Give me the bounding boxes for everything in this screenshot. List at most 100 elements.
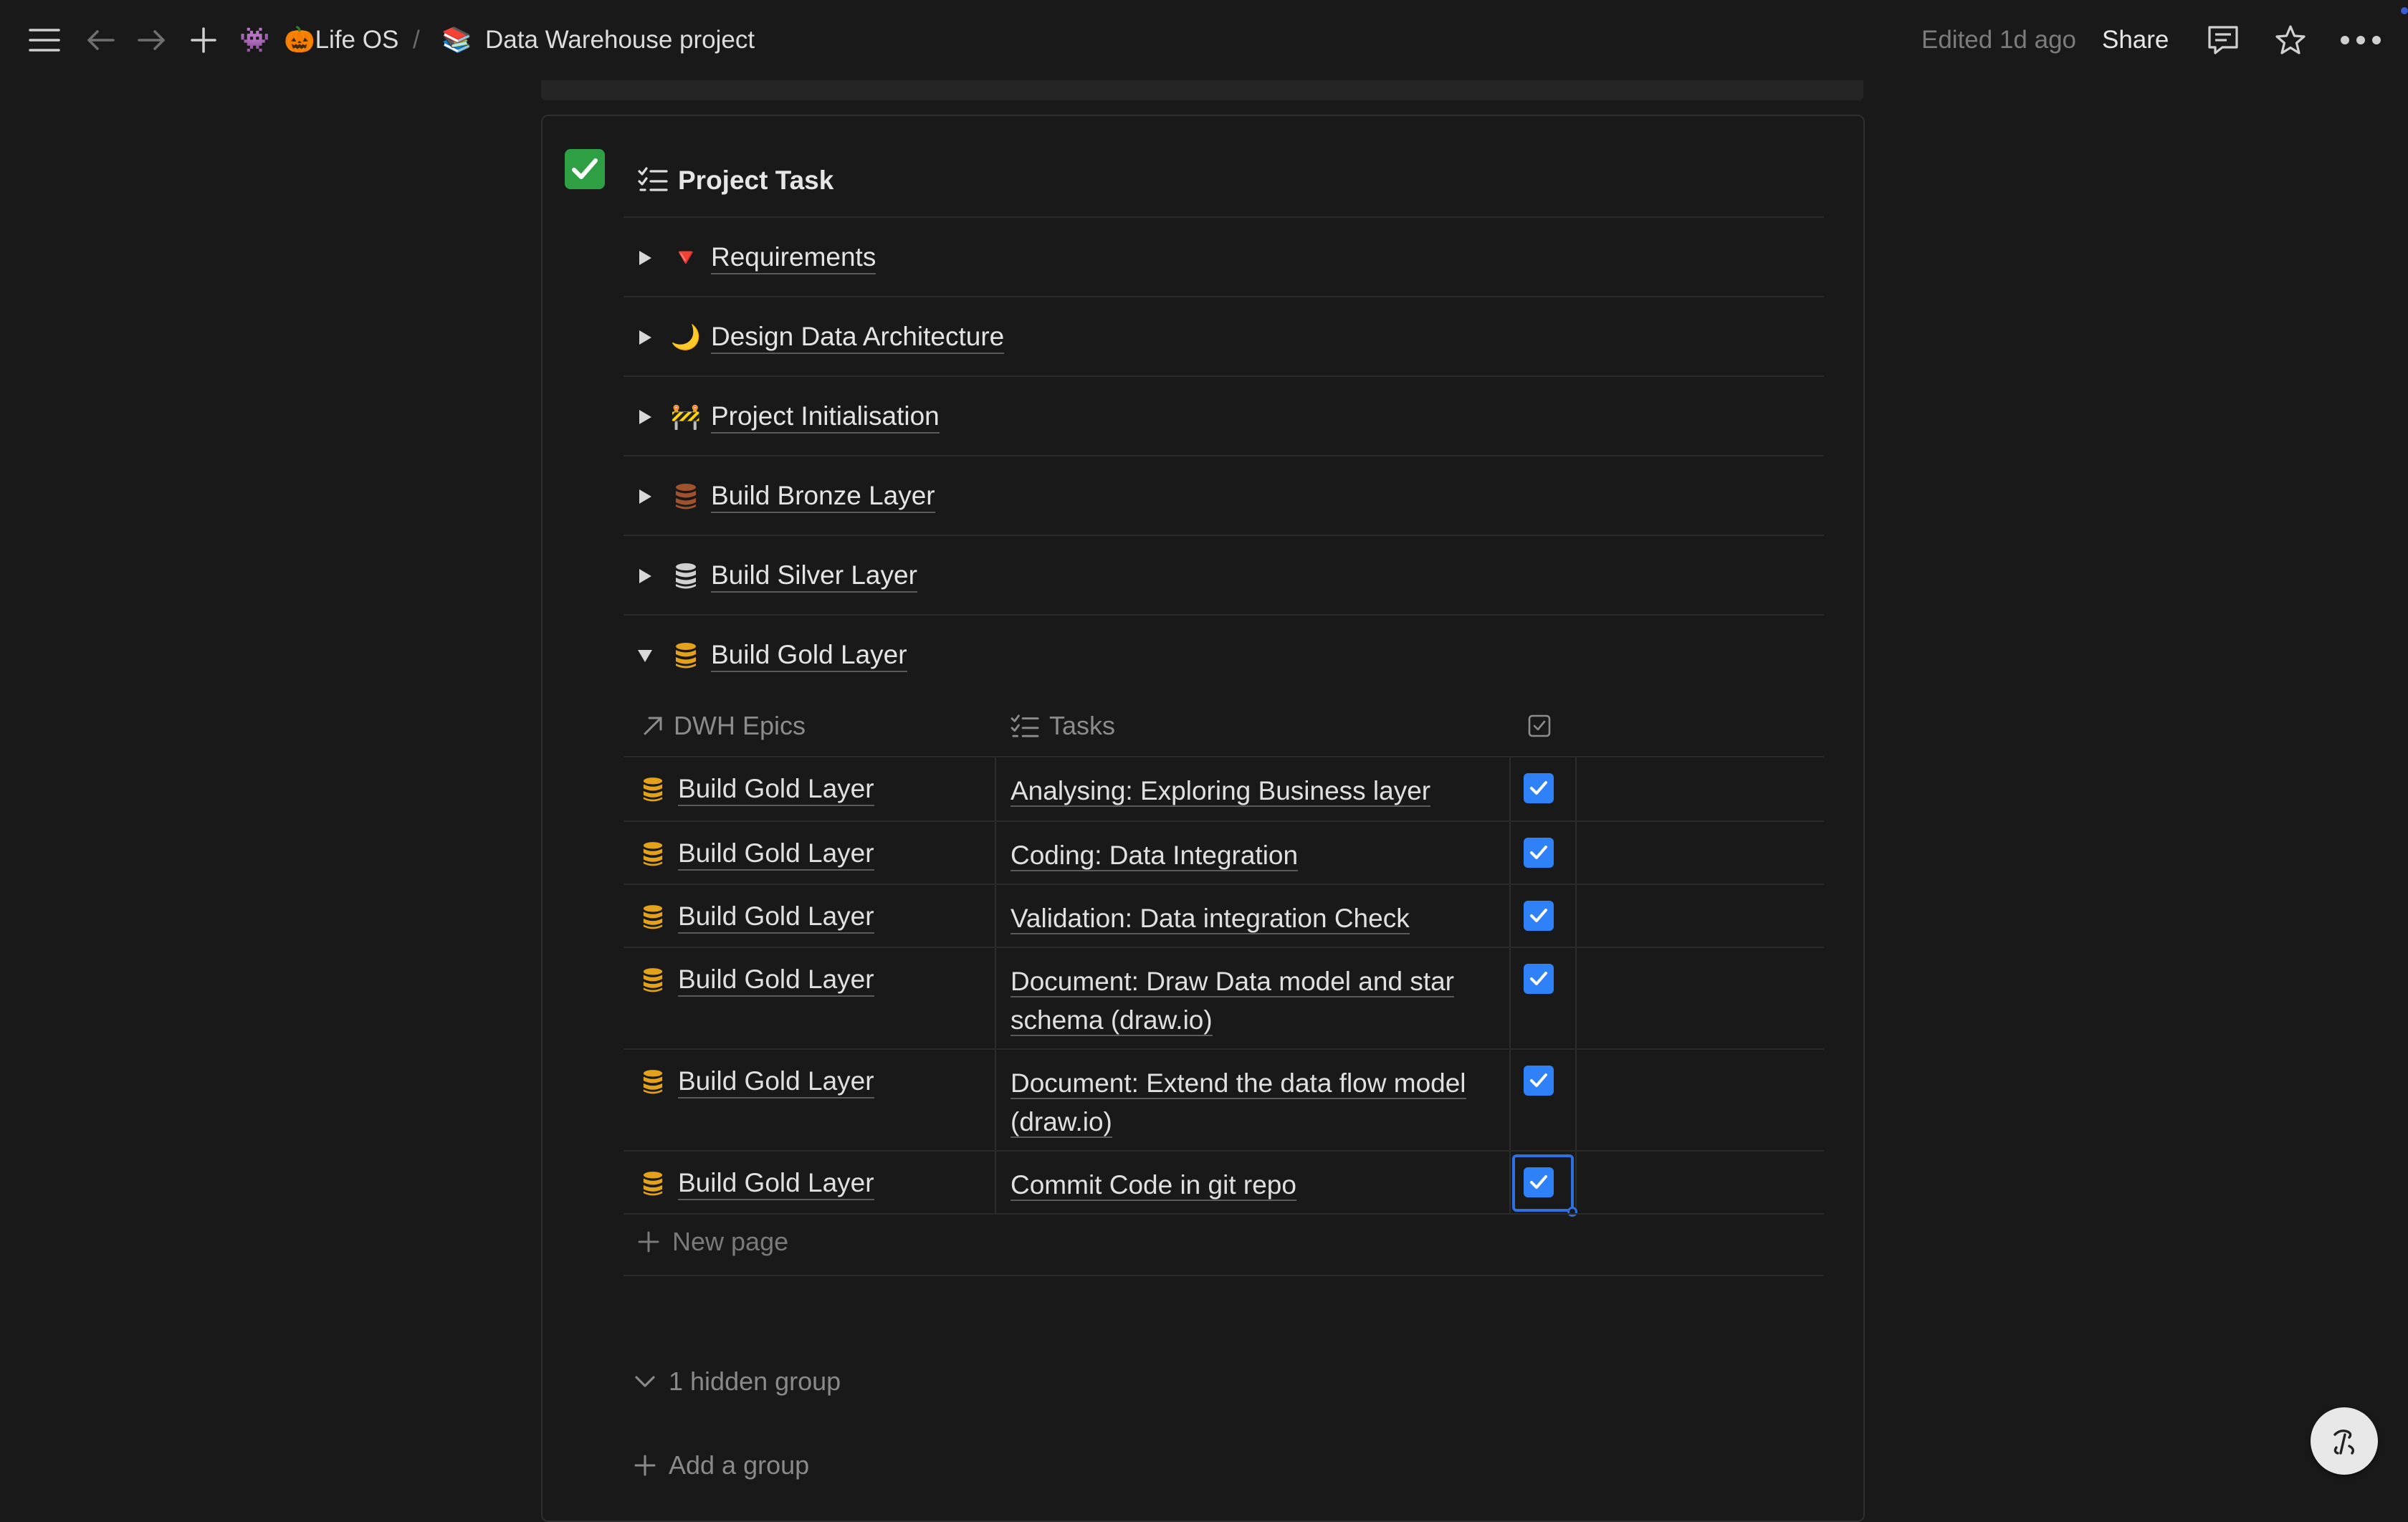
hidden-group-toggle[interactable]: 1 hidden group — [634, 1360, 841, 1403]
done-checkbox[interactable] — [1524, 901, 1554, 931]
group-label[interactable]: Build Bronze Layer — [711, 480, 935, 513]
breadcrumb-life-os[interactable]: 🎃Life OS — [284, 0, 398, 80]
toggle-down-icon[interactable] — [624, 648, 666, 664]
epic-cell[interactable]: Build Gold Layer — [642, 1167, 874, 1200]
table-row[interactable]: Build Gold Layer Document: Draw Data mod… — [624, 948, 1824, 1048]
more-options-icon[interactable] — [2338, 20, 2384, 60]
column-header-epics[interactable]: DWH Epics — [642, 695, 806, 756]
database-gold-icon — [643, 1070, 663, 1094]
share-button[interactable]: Share — [2102, 0, 2169, 80]
check-mark-icon[interactable] — [565, 149, 605, 189]
column-header-checkbox[interactable] — [1528, 695, 1551, 756]
new-page-plus-icon[interactable] — [183, 20, 224, 60]
epic-link[interactable]: Build Gold Layer — [678, 901, 874, 934]
divider — [624, 455, 1824, 456]
column-header-label: Tasks — [1049, 710, 1116, 740]
fill-handle[interactable] — [1567, 1207, 1577, 1217]
previous-block — [541, 80, 1863, 100]
group-label[interactable]: Build Gold Layer — [711, 639, 907, 672]
task-cell[interactable]: Commit Code in git repo — [1010, 1166, 1512, 1205]
top-bar: 👾 🎃Life OS / 📚 Data Warehouse project Ed… — [0, 0, 2408, 80]
group-label[interactable]: Requirements — [711, 241, 876, 274]
epic-cell[interactable]: Build Gold Layer — [642, 964, 874, 997]
divider — [624, 535, 1824, 536]
crescent-moon-icon: 🌙 — [670, 324, 702, 351]
breadcrumb-page-title[interactable]: Data Warehouse project — [485, 0, 755, 80]
toggle-right-icon[interactable] — [624, 568, 666, 585]
add-group-label: Add a group — [669, 1450, 810, 1480]
group-requirements[interactable]: 🔻 Requirements — [624, 219, 1824, 297]
task-link[interactable]: Document: Draw Data model and star schem… — [1010, 967, 1454, 1036]
database-gold-icon — [643, 968, 663, 992]
group-label[interactable]: Design Data Architecture — [711, 321, 1005, 354]
epic-link[interactable]: Build Gold Layer — [678, 838, 874, 871]
toggle-right-icon[interactable] — [624, 488, 666, 505]
new-page-button[interactable]: New page — [638, 1220, 788, 1263]
breadcrumb-separator: / — [413, 26, 420, 54]
task-link[interactable]: Analysing: Exploring Business layer — [1010, 776, 1431, 807]
epic-cell[interactable]: Build Gold Layer — [642, 1066, 874, 1099]
task-link[interactable]: Commit Code in git repo — [1010, 1170, 1296, 1201]
table-row[interactable]: Build Gold Layer Validation: Data integr… — [624, 885, 1824, 947]
checklist-icon — [1010, 714, 1039, 737]
epic-cell[interactable]: Build Gold Layer — [642, 838, 874, 871]
database-gold-icon — [666, 641, 705, 670]
table-row[interactable]: Build Gold Layer Coding: Data Integratio… — [624, 822, 1824, 884]
task-link[interactable]: Document: Extend the data flow model (dr… — [1010, 1068, 1466, 1138]
back-arrow-icon[interactable] — [80, 20, 120, 60]
task-link[interactable]: Coding: Data Integration — [1010, 841, 1299, 871]
group-project-initialisation[interactable]: 🚧 Project Initialisation — [624, 378, 1824, 456]
group-build-gold-layer[interactable]: Build Gold Layer — [624, 616, 1824, 695]
forward-arrow-icon[interactable] — [132, 20, 172, 60]
task-cell[interactable]: Validation: Data integration Check — [1010, 899, 1512, 938]
toggle-right-icon[interactable] — [624, 249, 666, 267]
group-label[interactable]: Project Initialisation — [711, 401, 940, 434]
epic-link[interactable]: Build Gold Layer — [678, 964, 874, 997]
done-checkbox[interactable] — [1524, 1167, 1554, 1197]
task-cell[interactable]: Coding: Data Integration — [1010, 836, 1512, 875]
done-checkbox[interactable] — [1524, 1066, 1554, 1096]
toggle-right-icon[interactable] — [624, 408, 666, 426]
task-cell[interactable]: Document: Extend the data flow model (dr… — [1010, 1064, 1512, 1142]
database-silver-icon — [666, 562, 705, 590]
epic-link[interactable]: Build Gold Layer — [678, 1066, 874, 1099]
toggle-right-icon[interactable] — [624, 329, 666, 346]
task-cell[interactable]: Document: Draw Data model and star schem… — [1010, 962, 1512, 1040]
database-title[interactable]: Project Task — [638, 161, 833, 201]
notification-dot — [2401, 7, 2408, 14]
new-page-label: New page — [672, 1227, 789, 1256]
database-title-label: Project Task — [678, 166, 834, 195]
group-build-bronze-layer[interactable]: Build Bronze Layer — [624, 457, 1824, 536]
table-row[interactable]: Build Gold Layer Analysing: Exploring Bu… — [624, 757, 1824, 820]
divider — [624, 1213, 1824, 1215]
group-build-silver-layer[interactable]: Build Silver Layer — [624, 537, 1824, 616]
help-icon — [2333, 1429, 2355, 1455]
task-link[interactable]: Validation: Data integration Check — [1010, 904, 1410, 934]
table-header: DWH Epics Tasks — [624, 695, 1824, 756]
done-checkbox[interactable] — [1524, 773, 1554, 803]
comments-icon[interactable] — [2203, 20, 2243, 60]
table-row[interactable]: Build Gold Layer Document: Extend the da… — [624, 1050, 1824, 1150]
hidden-group-label: 1 hidden group — [669, 1367, 841, 1396]
table-row[interactable]: Build Gold Layer Commit Code in git repo — [624, 1152, 1824, 1217]
epic-cell[interactable]: Build Gold Layer — [642, 773, 874, 806]
divider — [624, 1275, 1824, 1276]
sidebar-menu-icon[interactable] — [24, 20, 64, 60]
workspace-emoji[interactable]: 👾 — [239, 0, 269, 80]
done-checkbox[interactable] — [1524, 964, 1554, 994]
page-emoji[interactable]: 📚 — [441, 0, 472, 80]
epic-link[interactable]: Build Gold Layer — [678, 1167, 874, 1200]
epic-link[interactable]: Build Gold Layer — [678, 773, 874, 806]
column-header-tasks[interactable]: Tasks — [1010, 695, 1115, 756]
group-design-data-architecture[interactable]: 🌙 Design Data Architecture — [624, 298, 1824, 377]
database-gold-icon — [643, 842, 663, 866]
red-triangle-icon: 🔻 — [670, 244, 702, 272]
task-cell[interactable]: Analysing: Exploring Business layer — [1010, 772, 1512, 810]
epic-cell[interactable]: Build Gold Layer — [642, 901, 874, 934]
plus-icon — [634, 1455, 656, 1476]
group-label[interactable]: Build Silver Layer — [711, 560, 917, 593]
done-checkbox[interactable] — [1524, 838, 1554, 868]
help-button[interactable] — [2311, 1407, 2378, 1475]
add-group-button[interactable]: Add a group — [634, 1444, 809, 1487]
favorite-star-icon[interactable] — [2270, 20, 2311, 60]
